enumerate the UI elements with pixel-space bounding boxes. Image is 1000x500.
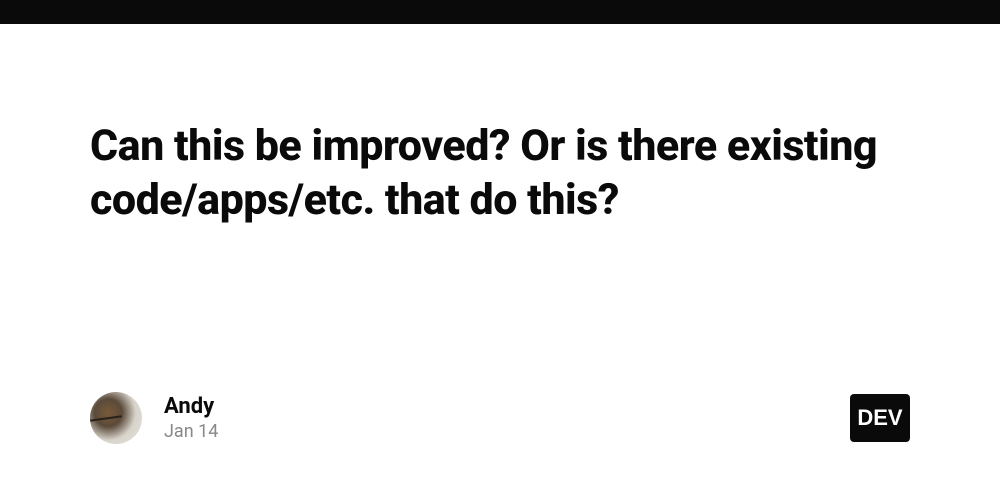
dev-logo-badge[interactable]: DEV [850,394,910,442]
author-avatar[interactable] [90,392,142,444]
post-content: Can this be improved? Or is there existi… [0,24,1000,228]
post-footer: Andy Jan 14 DEV [90,392,910,444]
post-title: Can this be improved? Or is there existi… [90,120,910,228]
author-info: Andy Jan 14 [164,394,218,442]
top-bar [0,0,1000,24]
author-block[interactable]: Andy Jan 14 [90,392,218,444]
post-date: Jan 14 [164,421,218,442]
author-name[interactable]: Andy [164,394,218,419]
